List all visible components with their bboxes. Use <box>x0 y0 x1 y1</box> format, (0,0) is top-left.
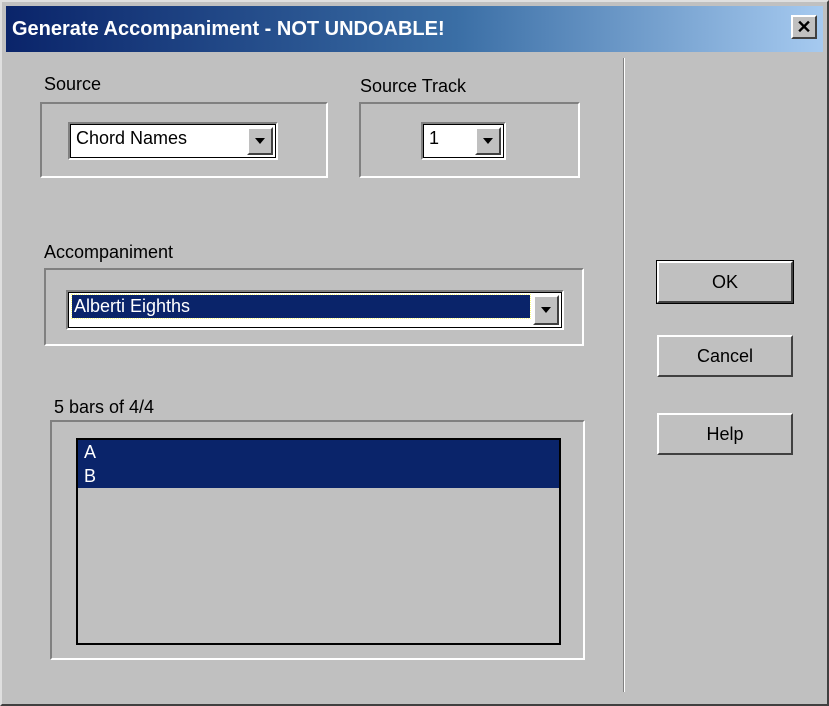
close-icon: ✕ <box>796 17 812 37</box>
title-bar[interactable]: Generate Accompaniment - NOT UNDOABLE! ✕ <box>6 6 823 52</box>
sections-listbox[interactable]: A B <box>76 438 561 645</box>
sections-group: A B <box>50 420 585 660</box>
accompaniment-group: Alberti Eighths <box>44 268 584 346</box>
source-label: Source <box>44 74 102 94</box>
close-button[interactable]: ✕ <box>791 15 817 39</box>
list-item[interactable]: B <box>78 464 559 488</box>
accompaniment-dropdown[interactable]: Alberti Eighths <box>66 290 564 330</box>
source-track-dropdown-button[interactable] <box>475 127 501 155</box>
chevron-down-icon <box>255 138 265 144</box>
chevron-down-icon <box>541 307 551 313</box>
ok-button[interactable]: OK <box>656 260 794 304</box>
source-dropdown-button[interactable] <box>247 127 273 155</box>
help-button[interactable]: Help <box>657 413 793 455</box>
source-track-dropdown[interactable]: 1 <box>421 122 506 160</box>
dialog-window: Generate Accompaniment - NOT UNDOABLE! ✕… <box>0 0 829 706</box>
source-group: Chord Names <box>40 102 328 178</box>
accompaniment-value: Alberti Eighths <box>71 294 531 319</box>
source-track-label: Source Track <box>360 76 467 96</box>
separator <box>623 58 625 692</box>
cancel-button[interactable]: Cancel <box>657 335 793 377</box>
accompaniment-dropdown-button[interactable] <box>533 295 559 325</box>
accompaniment-label: Accompaniment <box>44 242 174 262</box>
dialog-title: Generate Accompaniment - NOT UNDOABLE! <box>12 18 445 40</box>
source-value: Chord Names <box>76 128 188 148</box>
bars-label: 5 bars of 4/4 <box>54 397 155 417</box>
chevron-down-icon <box>483 138 493 144</box>
source-track-group: 1 <box>359 102 580 178</box>
source-dropdown[interactable]: Chord Names <box>68 122 278 160</box>
list-item[interactable]: A <box>78 440 559 464</box>
source-track-value: 1 <box>429 128 440 148</box>
